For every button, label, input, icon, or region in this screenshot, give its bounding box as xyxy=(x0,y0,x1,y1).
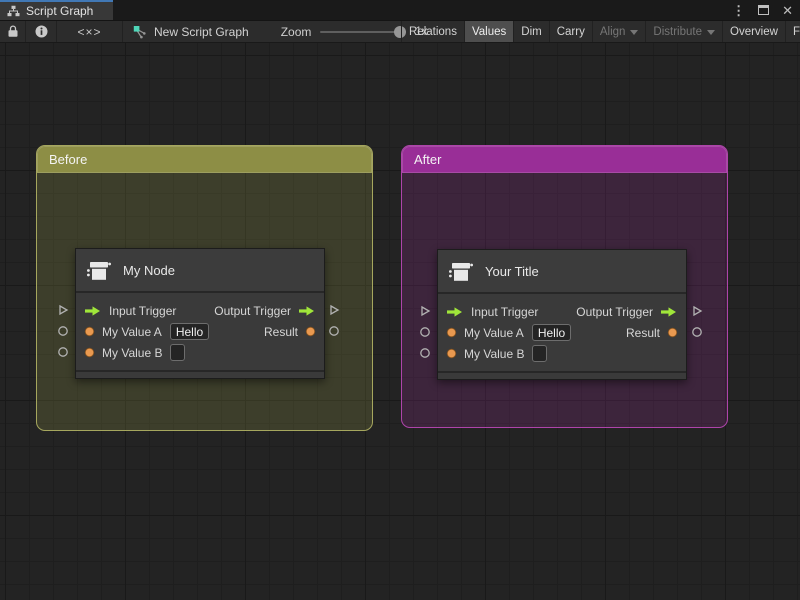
script-graph-window: Script Graph ⋮ ✕ <×> xyxy=(0,0,800,600)
port-label: Output Trigger xyxy=(214,304,291,318)
maximize-icon[interactable] xyxy=(758,5,769,15)
outer-flow-output-port[interactable] xyxy=(690,304,704,318)
close-icon[interactable]: ✕ xyxy=(782,4,793,17)
zoom-label: Zoom xyxy=(281,25,312,39)
outer-flow-input-port[interactable] xyxy=(56,303,70,317)
outer-flow-output-port[interactable] xyxy=(327,303,341,317)
port-label: Result xyxy=(264,325,298,339)
flow-output-port-icon[interactable] xyxy=(660,306,678,318)
node-footer xyxy=(438,371,686,379)
new-script-graph-button[interactable]: New Script Graph xyxy=(123,21,259,42)
group-title: After xyxy=(414,152,441,167)
node-footer xyxy=(76,370,324,378)
value-a-field[interactable]: Hello xyxy=(532,324,571,341)
toolbar: <×> New Script Graph Zoom 1x Relations xyxy=(0,20,800,43)
tab-bar: Script Graph ⋮ ✕ xyxy=(0,0,800,20)
dropdown-caret-icon xyxy=(707,30,715,35)
port-label: My Value A xyxy=(464,326,524,340)
port-label: Result xyxy=(626,326,660,340)
unit-icon xyxy=(86,257,112,283)
node-my-node[interactable]: My Node Input Trigger Output Trigger xyxy=(75,248,325,379)
code-icon: <×> xyxy=(77,25,101,39)
port-label: My Value B xyxy=(464,347,524,361)
outer-value-input-port[interactable] xyxy=(419,326,431,338)
node-title: Your Title xyxy=(485,264,539,279)
flow-output-port-icon[interactable] xyxy=(298,305,316,317)
node-body: Input Trigger Output Trigger xyxy=(76,293,324,370)
value-output-port-icon[interactable] xyxy=(305,326,316,337)
outer-value-input-port[interactable] xyxy=(419,347,431,359)
value-input-port-icon[interactable] xyxy=(446,327,457,338)
lock-icon xyxy=(7,25,19,38)
graph-canvas[interactable]: Before After My Node xyxy=(0,43,800,600)
info-icon xyxy=(35,25,48,38)
value-input-port-icon[interactable] xyxy=(446,348,457,359)
full-screen-button[interactable]: Full Screen xyxy=(785,21,800,42)
dim-toggle[interactable]: Dim xyxy=(513,21,548,42)
port-label: My Value B xyxy=(102,346,162,360)
node-title: My Node xyxy=(123,263,175,278)
flow-input-port-icon[interactable] xyxy=(446,306,464,318)
graph-asset-icon xyxy=(133,25,147,39)
tab-title: Script Graph xyxy=(26,4,93,18)
inspector-button[interactable] xyxy=(26,21,57,42)
port-label: Input Trigger xyxy=(109,304,176,318)
menu-icon[interactable]: ⋮ xyxy=(732,4,745,17)
outer-value-input-port[interactable] xyxy=(57,325,69,337)
node-header[interactable]: Your Title xyxy=(438,250,686,294)
overview-button[interactable]: Overview xyxy=(722,21,785,42)
node-header[interactable]: My Node xyxy=(76,249,324,293)
outer-flow-input-port[interactable] xyxy=(418,304,432,318)
align-dropdown[interactable]: Align xyxy=(592,21,646,42)
outer-value-output-port[interactable] xyxy=(691,326,703,338)
lock-button[interactable] xyxy=(0,21,26,42)
node-your-title[interactable]: Your Title Input Trigger Output Trigger xyxy=(437,249,687,380)
group-before-header[interactable]: Before xyxy=(37,146,372,173)
zoom-slider[interactable] xyxy=(320,25,406,39)
value-output-port-icon[interactable] xyxy=(667,327,678,338)
outer-value-input-port[interactable] xyxy=(57,346,69,358)
value-b-field[interactable] xyxy=(170,344,185,361)
toolbar-toggles: Relations Values Dim Carry Align Distrib… xyxy=(401,21,800,42)
graph-asset-name: New Script Graph xyxy=(154,25,249,39)
port-label: My Value A xyxy=(102,325,162,339)
node-body: Input Trigger Output Trigger xyxy=(438,294,686,371)
group-title: Before xyxy=(49,152,87,167)
tab-script-graph[interactable]: Script Graph xyxy=(0,0,113,20)
dropdown-caret-icon xyxy=(630,30,638,35)
code-view-button[interactable]: <×> xyxy=(57,21,123,42)
group-after-header[interactable]: After xyxy=(402,146,727,173)
value-a-field[interactable]: Hello xyxy=(170,323,209,340)
value-input-port-icon[interactable] xyxy=(84,347,95,358)
carry-toggle[interactable]: Carry xyxy=(549,21,592,42)
distribute-dropdown[interactable]: Distribute xyxy=(645,21,722,42)
unit-icon xyxy=(448,258,474,284)
flow-input-port-icon[interactable] xyxy=(84,305,102,317)
port-label: Input Trigger xyxy=(471,305,538,319)
window-controls: ⋮ ✕ xyxy=(732,0,793,20)
graph-hierarchy-icon xyxy=(7,5,20,17)
value-b-field[interactable] xyxy=(532,345,547,362)
relations-toggle[interactable]: Relations xyxy=(401,21,464,42)
outer-value-output-port[interactable] xyxy=(328,325,340,337)
values-toggle[interactable]: Values xyxy=(464,21,513,42)
port-label: Output Trigger xyxy=(576,305,653,319)
value-input-port-icon[interactable] xyxy=(84,326,95,337)
